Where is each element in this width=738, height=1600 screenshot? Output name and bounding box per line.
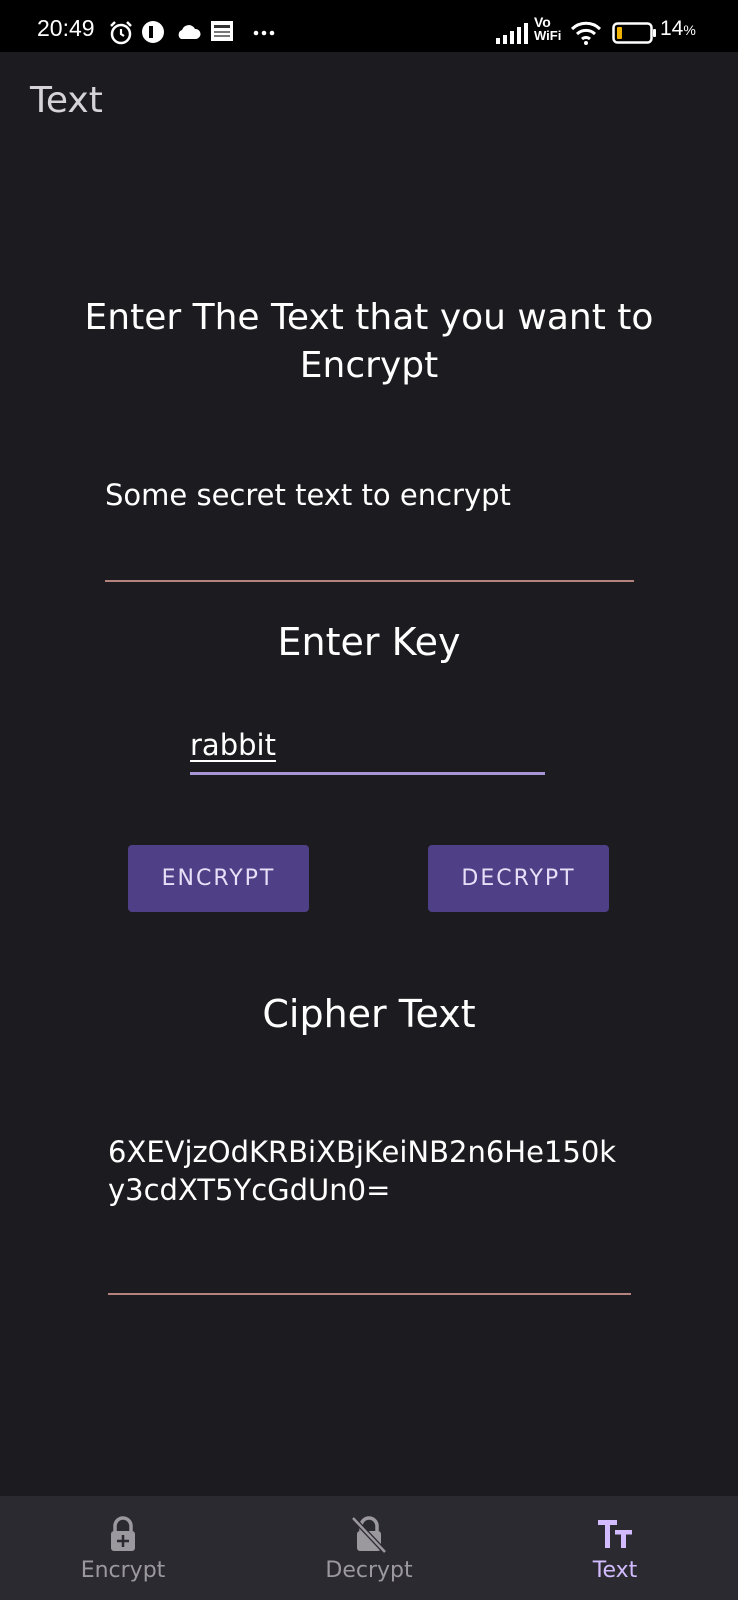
encrypt-button[interactable]: ENCRYPT (128, 845, 309, 912)
lock-add-icon (111, 1516, 135, 1551)
cipher-text-field[interactable]: 6XEVjzOdKRBiXBjKeiNB2n6He150ky3cdXT5YcGd… (108, 1133, 631, 1295)
vowifi-bottom-label: WiFi (534, 28, 562, 43)
key-heading: Enter Key (277, 620, 461, 664)
battery-percent: 14% (660, 17, 696, 41)
cipher-text-heading: Cipher Text (262, 992, 476, 1036)
alarm-icon (110, 21, 132, 45)
status-time: 20:49 (37, 15, 95, 41)
plain-text-heading: Enter The Text that you want to Encrypt (84, 297, 654, 386)
decrypt-button[interactable]: DECRYPT (428, 845, 609, 912)
plain-text-field[interactable]: Some secret text to encrypt (105, 470, 634, 582)
status-bar: 20:49 Vo WiFi 14% (0, 0, 738, 52)
battery-percent-value: 14 (660, 17, 684, 40)
plain-text-value[interactable]: Some secret text to encrypt (105, 478, 511, 512)
nav-item-text[interactable]: Text (492, 1496, 738, 1600)
battery-percent-unit: % (683, 22, 696, 38)
lock-off-icon (351, 1516, 387, 1554)
news-icon (211, 21, 233, 41)
text-fields-icon (598, 1520, 632, 1548)
key-value[interactable]: rabbit (190, 728, 276, 762)
battery-icon (612, 22, 656, 44)
nav-item-decrypt[interactable]: Decrypt (246, 1496, 492, 1600)
cloud-icon (178, 25, 201, 39)
nav-label-text: Text (592, 1558, 638, 1583)
cipher-text-value[interactable]: 6XEVjzOdKRBiXBjKeiNB2n6He150ky3cdXT5YcGd… (108, 1133, 631, 1209)
key-field[interactable]: rabbit (190, 728, 545, 775)
nav-label-encrypt: Encrypt (80, 1558, 166, 1583)
nav-item-encrypt[interactable]: Encrypt (0, 1496, 246, 1600)
nav-label-decrypt: Decrypt (325, 1558, 413, 1583)
vowifi-icon: Vo WiFi (534, 15, 564, 43)
wifi-icon (570, 21, 602, 45)
bottom-navigation: Encrypt Decrypt Text (0, 1496, 738, 1600)
more-dots-icon (253, 30, 275, 36)
page-title: Text (30, 80, 103, 121)
signal-icon (496, 23, 528, 44)
app-notification-icon (142, 21, 164, 43)
